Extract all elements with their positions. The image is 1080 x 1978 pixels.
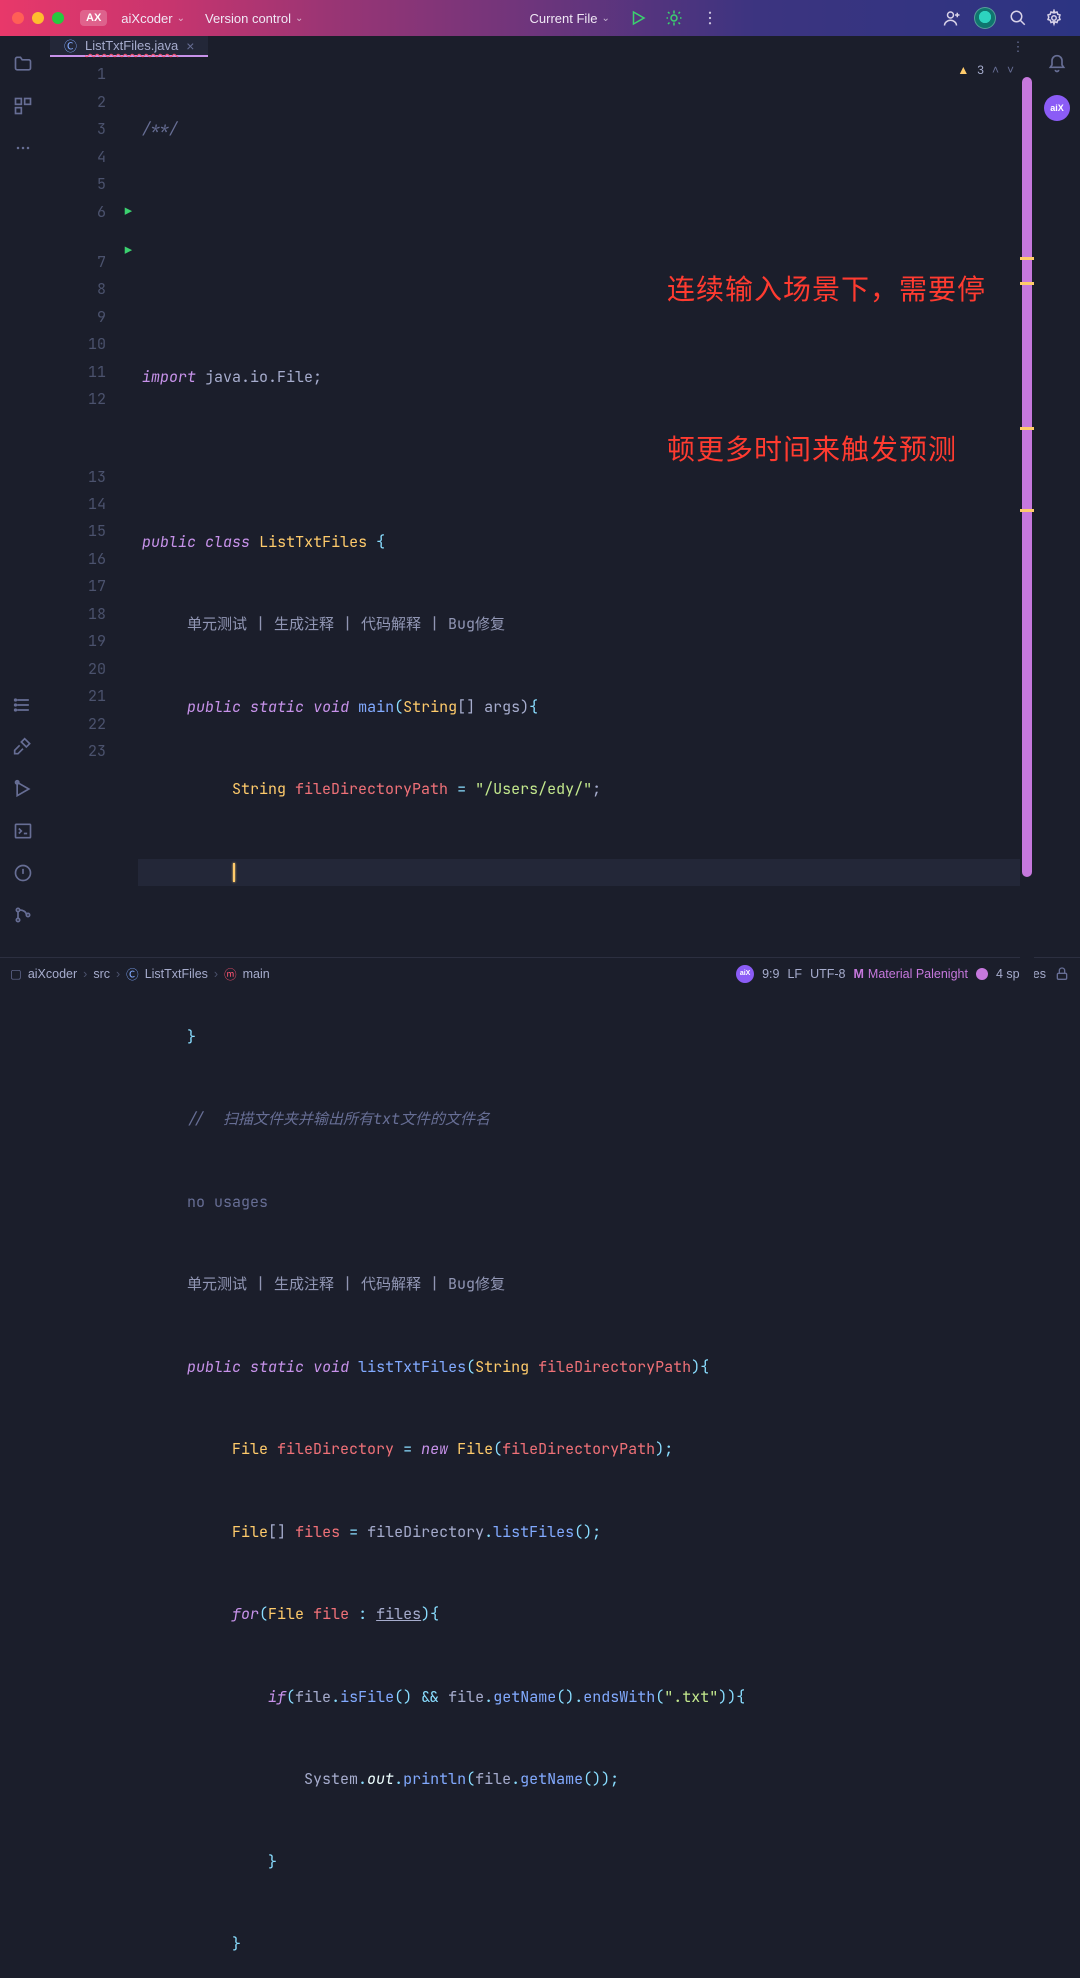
- search-icon[interactable]: [1004, 4, 1032, 32]
- run-button[interactable]: [624, 4, 652, 32]
- line-number: 22: [46, 711, 138, 739]
- line-number: 3: [46, 116, 138, 144]
- warning-count: 3: [977, 63, 984, 77]
- run-scope-label: Current File: [530, 11, 598, 26]
- line-numbers: 1 2 3 4 5 6▶ 7▶ 8 9 10 11 12 13 14 15 16…: [46, 57, 138, 1978]
- more-menu-icon[interactable]: [696, 4, 724, 32]
- add-user-icon[interactable]: [938, 4, 966, 32]
- usages-lens[interactable]: no usages: [187, 1192, 268, 1212]
- project-name: aiXcoder: [121, 11, 172, 26]
- minimize-window-icon[interactable]: [32, 12, 44, 24]
- build-icon[interactable]: [11, 735, 35, 759]
- settings-icon[interactable]: [1040, 4, 1068, 32]
- chevron-up-icon[interactable]: ˄: [992, 63, 999, 77]
- inspection-widget[interactable]: ▲ 3 ˄ ˅: [957, 63, 1014, 77]
- line-number: 21: [46, 683, 138, 711]
- line-number: 17: [46, 573, 138, 601]
- line-number: 14: [46, 491, 138, 519]
- scrollbar-marker: [1020, 427, 1034, 430]
- brand-badge: AX: [80, 10, 107, 26]
- line-number: 19: [46, 628, 138, 656]
- line-number: 12: [46, 386, 138, 414]
- line-number: 6▶: [46, 199, 138, 227]
- notifications-icon[interactable]: [1047, 54, 1067, 77]
- class-icon: Ⓒ: [64, 36, 77, 55]
- tab-filename: ListTxtFiles.java: [85, 38, 178, 53]
- window-controls: [12, 12, 64, 24]
- git-icon[interactable]: [11, 903, 35, 927]
- project-selector[interactable]: aiXcoder ⌄: [115, 7, 191, 30]
- run-config-selector[interactable]: Current File ⌄: [524, 7, 616, 30]
- run-gutter-icon[interactable]: ▶: [125, 199, 132, 227]
- line-number: 20: [46, 656, 138, 684]
- annotation-overlay: 连续输入场景下，需要停 顿更多时间来触发预测: [667, 157, 986, 583]
- code-editor[interactable]: 1 2 3 4 5 6▶ 7▶ 8 9 10 11 12 13 14 15 16…: [46, 57, 1034, 1978]
- line-number: 2: [46, 89, 138, 117]
- vcs-label: Version control: [205, 11, 291, 26]
- close-window-icon[interactable]: [12, 12, 24, 24]
- tab-bar: Ⓒ ListTxtFiles.java × ⋮: [46, 36, 1034, 57]
- chevron-down-icon: ⌄: [295, 13, 303, 24]
- more-tools-icon[interactable]: [11, 136, 35, 160]
- right-toolbar: aiX: [1034, 36, 1080, 957]
- problems-icon[interactable]: [11, 861, 35, 885]
- scrollbar[interactable]: [1020, 57, 1034, 1978]
- code-content[interactable]: /**/ import java.io.File; public class L…: [138, 57, 1020, 1978]
- code-lens[interactable]: 单元测试 | 生成注释 | 代码解释 | Bug修复: [187, 1274, 505, 1294]
- file-tab[interactable]: Ⓒ ListTxtFiles.java ×: [50, 36, 208, 57]
- line-number: 23: [46, 738, 138, 766]
- folder-icon[interactable]: [11, 52, 35, 76]
- line-number: 11: [46, 359, 138, 387]
- list-icon[interactable]: [11, 693, 35, 717]
- chevron-down-icon: ⌄: [601, 13, 609, 24]
- text-cursor: [233, 863, 235, 882]
- debug-button[interactable]: [660, 4, 688, 32]
- chevron-down-icon: ⌄: [177, 13, 185, 24]
- line-number: 18: [46, 601, 138, 629]
- terminal-icon[interactable]: [11, 819, 35, 843]
- line-number: 15: [46, 518, 138, 546]
- code-lens[interactable]: 单元测试 | 生成注释 | 代码解释 | Bug修复: [187, 614, 505, 634]
- scrollbar-marker: [1020, 257, 1034, 260]
- lock-icon[interactable]: [1054, 966, 1070, 982]
- line-number: 7▶: [46, 226, 138, 276]
- run-gutter-icon[interactable]: ▶: [125, 237, 132, 265]
- line-number: 10: [46, 331, 138, 359]
- left-toolbar: [0, 36, 46, 957]
- editor-pane: Ⓒ ListTxtFiles.java × ⋮ ▲ 3 ˄ ˅ 1 2 3 4 …: [46, 36, 1034, 957]
- line-number: 1: [46, 61, 138, 89]
- scrollbar-marker: [1020, 509, 1034, 512]
- line-number: 5: [46, 171, 138, 199]
- tab-actions-icon[interactable]: ⋮: [1002, 36, 1034, 57]
- aixcoder-badge-icon[interactable]: aiX: [1044, 95, 1070, 121]
- maximize-window-icon[interactable]: [52, 12, 64, 24]
- line-number: 8: [46, 276, 138, 304]
- line-number: 9: [46, 304, 138, 332]
- scrollbar-thumb[interactable]: [1022, 77, 1032, 877]
- vcs-menu[interactable]: Version control ⌄: [199, 7, 309, 30]
- scrollbar-marker: [1020, 282, 1034, 285]
- line-number: 13: [46, 414, 138, 491]
- services-icon[interactable]: [11, 777, 35, 801]
- line-number: 4: [46, 144, 138, 172]
- warning-icon: ▲: [957, 63, 969, 77]
- structure-icon[interactable]: [11, 94, 35, 118]
- line-number: 16: [46, 546, 138, 574]
- chevron-down-icon[interactable]: ˅: [1007, 63, 1014, 77]
- user-avatar[interactable]: [974, 7, 996, 29]
- close-icon[interactable]: ×: [186, 38, 194, 54]
- title-bar: AX aiXcoder ⌄ Version control ⌄ Current …: [0, 0, 1080, 36]
